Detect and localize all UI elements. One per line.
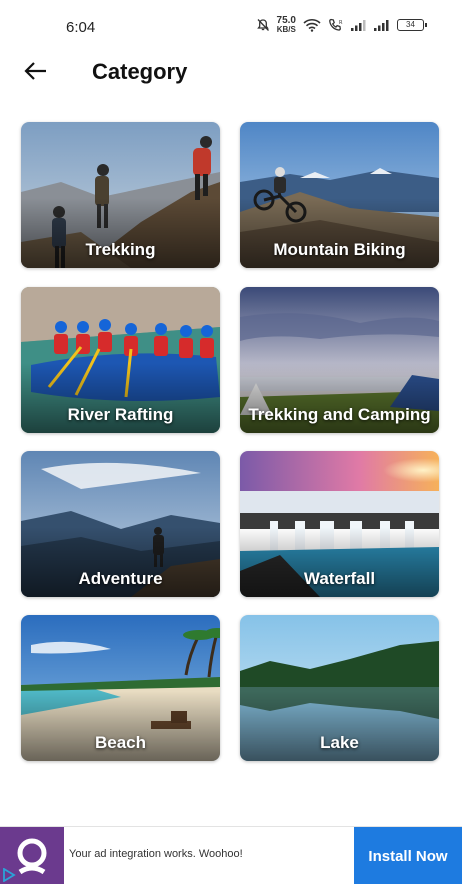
signal-icon-2 [374, 19, 390, 31]
category-card-river-rafting[interactable]: River Rafting [21, 287, 220, 433]
status-time: 6:04 [66, 19, 96, 36]
category-label: Mountain Biking [273, 240, 406, 259]
install-now-button[interactable]: Install Now [354, 827, 462, 884]
ad-text: Your ad integration works. Woohoo! [69, 848, 243, 860]
signal-icon [351, 19, 367, 31]
ad-banner[interactable]: Your ad integration works. Woohoo! Insta… [0, 826, 462, 884]
ad-choices-icon[interactable] [2, 867, 16, 883]
category-card-trekking[interactable]: Trekking [21, 122, 220, 268]
net-speed-unit: KB/S [276, 25, 296, 34]
category-card-waterfall[interactable]: Waterfall [240, 451, 439, 597]
call-icon: R [328, 18, 344, 32]
category-card-adventure[interactable]: Adventure [21, 451, 220, 597]
category-label: Adventure [78, 569, 163, 588]
category-label: Trekking [85, 240, 156, 259]
status-bar: 6:04 75.0 KB/S R 34 [0, 0, 462, 50]
category-card-mountain-biking[interactable]: Mountain Biking [240, 122, 439, 268]
status-icons: 75.0 KB/S R 34 [256, 16, 427, 34]
back-button[interactable] [20, 60, 52, 86]
category-label: River Rafting [67, 405, 174, 424]
app-header: Category [0, 50, 462, 96]
battery-level: 34 [406, 20, 415, 29]
chat-bubble-icon [17, 838, 47, 875]
page-title: Category [92, 59, 188, 84]
arrow-left-icon [24, 61, 48, 86]
svg-text:R: R [339, 20, 343, 26]
category-label: Trekking and Camping [248, 405, 431, 424]
category-card-trekking-and-camping[interactable]: Trekking and Camping [240, 287, 439, 433]
category-card-beach[interactable]: Beach [21, 615, 220, 761]
net-speed: 75.0 KB/S [277, 16, 296, 34]
mute-icon [256, 18, 270, 32]
category-label: Beach [94, 733, 147, 752]
category-card-lake[interactable]: Lake [240, 615, 439, 761]
category-label: Waterfall [303, 569, 376, 588]
wifi-icon [303, 18, 321, 32]
battery-icon: 34 [397, 19, 427, 31]
category-label: Lake [320, 733, 359, 752]
